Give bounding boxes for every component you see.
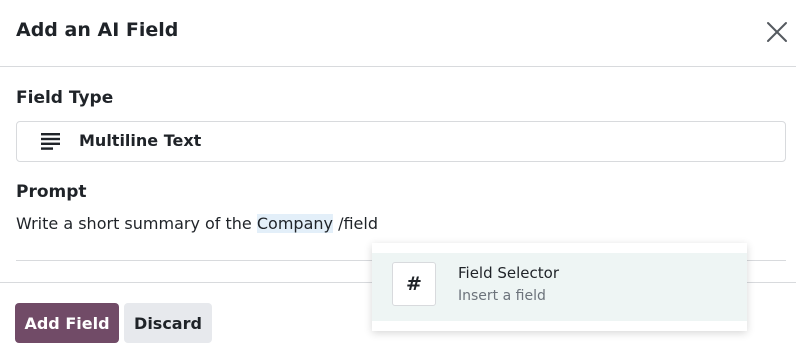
field-type-label: Field Type: [16, 88, 114, 108]
option-title: Field Selector: [458, 264, 560, 282]
prompt-text-before: Write a short summary of the: [16, 214, 257, 233]
option-description: Insert a field: [458, 288, 546, 304]
command-popover: # Field Selector Insert a field: [372, 243, 747, 331]
dialog-title: Add an AI Field: [16, 19, 179, 41]
add-field-button[interactable]: Add Field: [15, 303, 119, 343]
prompt-text-after: /field: [332, 214, 378, 233]
field-type-select[interactable]: Multiline Text: [16, 121, 786, 162]
lines-icon: [41, 133, 60, 150]
prompt-label: Prompt: [16, 182, 87, 202]
add-ai-field-dialog: Add an AI Field Field Type Multiline Tex…: [0, 0, 796, 359]
discard-button[interactable]: Discard: [124, 303, 212, 343]
field-selector-option[interactable]: # Field Selector Insert a field: [372, 253, 747, 321]
prompt-highlighted-field: Company: [256, 214, 333, 233]
hash-icon: #: [392, 262, 436, 306]
dialog-header: Add an AI Field: [0, 0, 796, 67]
close-icon[interactable]: [764, 19, 790, 45]
field-type-value: Multiline Text: [79, 131, 202, 150]
